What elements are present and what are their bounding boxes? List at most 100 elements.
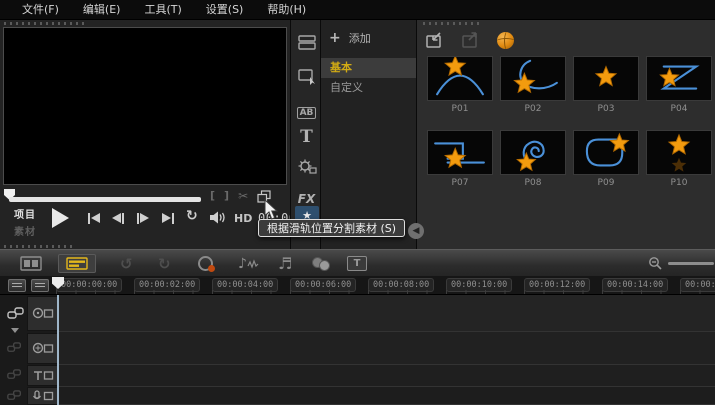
preset-thumbnail [427,56,493,101]
transition-icon[interactable]: AB [291,100,322,119]
tab-clip[interactable]: 素材 [14,223,48,238]
mark-in-button[interactable]: [ [210,189,215,203]
left-triangle-icon [91,213,100,223]
film-reel-icon [198,256,213,271]
voice-track-header[interactable] [27,387,58,405]
path-gallery: P01 P02 P03 P04 P07 [416,20,715,249]
add-path-button[interactable]: + 添加 [329,30,371,46]
preset-label: P10 [646,178,712,188]
ripple-track-4-icon[interactable] [7,390,22,401]
preset-P02[interactable]: P02 [500,56,566,114]
timeline-toolbar: ↺ ↻ ♪ ♬ T [0,249,715,276]
prev-frame-button[interactable] [112,212,124,224]
menu-item-tools[interactable]: 工具(T) [132,0,193,20]
drag-handle-dots [4,22,84,25]
videostudio-window: 文件(F)编辑(E)工具(T)设置(S)帮助(H) [ ] ✂ 项目 素材 [0,0,715,405]
preset-P10[interactable]: P10 [646,130,712,188]
subtitle-editor-button[interactable]: T [347,254,367,273]
redo-button[interactable]: ↻ [158,254,171,273]
ripple-track-2-icon[interactable] [7,342,22,353]
timeline-view-button[interactable] [58,254,96,273]
undo-button[interactable]: ↺ [120,254,133,273]
loop-button[interactable]: ↻ [186,208,198,224]
collapse-panel-button[interactable]: ◀ [408,223,424,239]
menu-bar: 文件(F)编辑(E)工具(T)设置(S)帮助(H) [0,0,715,20]
preset-label: P08 [500,178,566,188]
preview-panel: [ ] ✂ 项目 素材 ↻ [0,20,290,249]
path-options-panel: + 添加 基本自定义 [321,20,416,249]
export-path-button[interactable] [461,31,479,49]
filter-icon[interactable]: FX [291,188,322,207]
category-custom[interactable]: 自定义 [321,78,416,98]
preset-label: P09 [573,178,639,188]
playhead-line[interactable] [57,295,59,405]
auto-music-button[interactable]: ♬ [278,254,292,273]
preset-P09[interactable]: P09 [573,130,639,188]
title-track-lane[interactable] [59,365,715,387]
painting-creator-button[interactable] [312,254,330,273]
preset-thumbnail [500,56,566,101]
menu-item-edit[interactable]: 编辑(E) [71,0,133,20]
zoom-out-button[interactable] [648,254,663,273]
category-basic[interactable]: 基本 [321,58,416,78]
preset-P03[interactable]: P03 [573,56,639,114]
preset-thumbnail [573,56,639,101]
menu-item-help[interactable]: 帮助(H) [255,0,318,20]
left-triangle-icon [112,213,121,223]
path-library-ball-icon[interactable] [497,32,514,49]
mouse-cursor [263,199,279,221]
next-frame-button[interactable] [137,212,149,224]
hd-toggle[interactable]: HD [234,212,252,225]
drag-handle-dots [423,22,483,25]
preset-label: P07 [427,178,493,188]
voice-track-lane[interactable] [59,387,715,405]
volume-button[interactable] [210,211,227,224]
storyboard-view-button[interactable] [20,254,42,273]
track-display-toggle-a[interactable] [8,279,26,292]
import-path-button[interactable] [425,31,443,49]
preset-label: P02 [500,104,566,114]
tab-project[interactable]: 项目 [14,206,48,221]
record-capture-button[interactable] [198,254,213,273]
right-triangle-icon [162,213,171,223]
preset-label: P03 [573,104,639,114]
media-icon[interactable] [291,34,322,50]
preset-P07[interactable]: P07 [427,130,493,188]
chevron-down-icon[interactable] [11,328,19,333]
title-track-header[interactable] [27,365,58,386]
preset-thumbnail [573,130,639,175]
menu-item-file[interactable]: 文件(F) [10,0,71,20]
preset-P04[interactable]: P04 [646,56,712,114]
mark-out-button[interactable]: ] [224,189,229,203]
preview-screen [3,27,287,185]
skip-end-button[interactable] [162,212,174,224]
track-display-toggle-b[interactable] [31,279,49,292]
preset-P08[interactable]: P08 [500,130,566,188]
title-icon[interactable]: T [291,127,322,147]
preset-grid: P01 P02 P03 P04 P07 [427,56,715,216]
preset-label: P01 [427,104,493,114]
ruler-ticks [56,290,715,294]
timeline-ruler[interactable]: 00:00:00:0000:00:02:0000:00:04:0000:00:0… [0,276,715,295]
instant-project-icon[interactable] [291,68,322,85]
preset-P01[interactable]: P01 [427,56,493,114]
overlay-track-lane[interactable] [59,332,715,365]
preset-thumbnail [500,130,566,175]
source-tabs: 项目 素材 [14,206,48,238]
video-track-lane[interactable] [59,295,715,332]
split-clip-button[interactable]: ✂ [238,189,248,203]
skip-bar [137,213,139,224]
ripple-track-3-icon[interactable] [7,369,22,380]
overlay-track-header[interactable] [27,333,58,364]
timeline-zoom-slider[interactable] [668,262,714,265]
drag-handle-dots [4,245,74,248]
skip-bar [88,213,90,224]
play-button[interactable] [52,208,69,228]
skip-start-button[interactable] [88,212,100,224]
graphic-icon[interactable] [291,158,322,175]
sound-mixer-button[interactable]: ♪ [238,254,259,273]
menu-item-settings[interactable]: 设置(S) [194,0,256,20]
ripple-edit-all-icon[interactable] [7,307,25,320]
video-track-header[interactable] [27,296,58,331]
seek-bar[interactable] [9,197,201,202]
